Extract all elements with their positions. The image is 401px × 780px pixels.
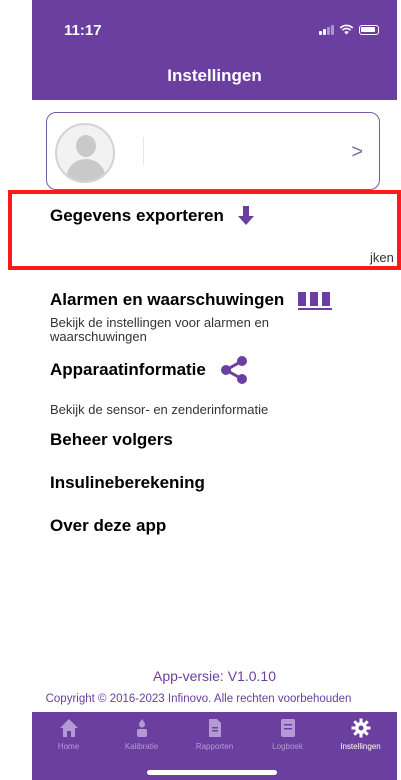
tab-kalibratie-label: Kalibratie (124, 742, 159, 751)
finger-drop-icon (136, 719, 147, 737)
tab-rapporten-label: Rapporten (195, 742, 234, 751)
battery-icon (359, 25, 379, 35)
profile-card[interactable]: > (46, 112, 380, 190)
gear-icon (351, 718, 370, 738)
chevron-right-icon: > (351, 141, 363, 163)
tab-instellingen-label: Instellingen (340, 742, 381, 751)
menu-item-about-title: Over deze app (50, 516, 167, 535)
share-icon (220, 356, 247, 384)
menu-item-about[interactable]: Over deze app (50, 516, 166, 536)
menu-item-device-desc: Bekijk de sensor- en zenderinformatie (50, 402, 269, 417)
menu-item-export-desc: jken (370, 250, 394, 265)
copyright: Copyright © 2016-2023 Infinovo. Alle rec… (45, 693, 352, 705)
menu-item-export-title: Gegevens exporteren (50, 206, 224, 225)
menu-item-followers[interactable]: Beheer volgers (50, 430, 173, 450)
avatar (55, 123, 115, 183)
home-icon (59, 719, 78, 737)
page-title: Instellingen (167, 66, 262, 85)
app-screen: 11:17 Instellingen > Gegevens exporteren… (32, 0, 397, 780)
app-version: App-versie: V1.0.10 (153, 668, 276, 684)
menu-item-insulin-title: Insulineberekening (50, 473, 205, 492)
divider (143, 137, 144, 165)
menu-item-alarms-title: Alarmen en waarschuwingen (50, 290, 285, 309)
app-header: 11:17 Instellingen (32, 0, 397, 100)
menu-item-export[interactable]: Gegevens exporteren (50, 206, 254, 226)
menu-item-alarms-desc: Bekijk de instellingen voor alarmen en w… (50, 315, 269, 344)
tab-home-label: Home (57, 742, 80, 751)
menu-item-followers-title: Beheer volgers (50, 430, 173, 449)
bar-chart-icon (298, 292, 333, 310)
logbook-icon (280, 719, 295, 737)
menu-item-device-desc-wrap: Bekijk de sensor- en zenderinformatie (50, 397, 350, 417)
tab-instellingen[interactable]: Instellingen (324, 712, 397, 780)
menu-item-device[interactable]: Apparaatinformatie (50, 356, 248, 384)
wifi-icon (339, 24, 354, 35)
menu-item-alarms[interactable]: Alarmen en waarschuwingen Bekijk de inst… (50, 290, 333, 344)
menu-item-insulin[interactable]: Insulineberekening (50, 473, 205, 493)
document-icon (208, 719, 221, 737)
status-time: 11:17 (64, 22, 102, 39)
tab-home[interactable]: Home (32, 712, 105, 780)
menu-item-device-title: Apparaatinformatie (50, 360, 206, 379)
home-indicator (147, 770, 277, 775)
tab-logboek-label: Logboek (272, 742, 303, 751)
signal-icon (319, 25, 334, 35)
status-icons (319, 24, 379, 35)
arrow-down-icon (237, 206, 254, 225)
